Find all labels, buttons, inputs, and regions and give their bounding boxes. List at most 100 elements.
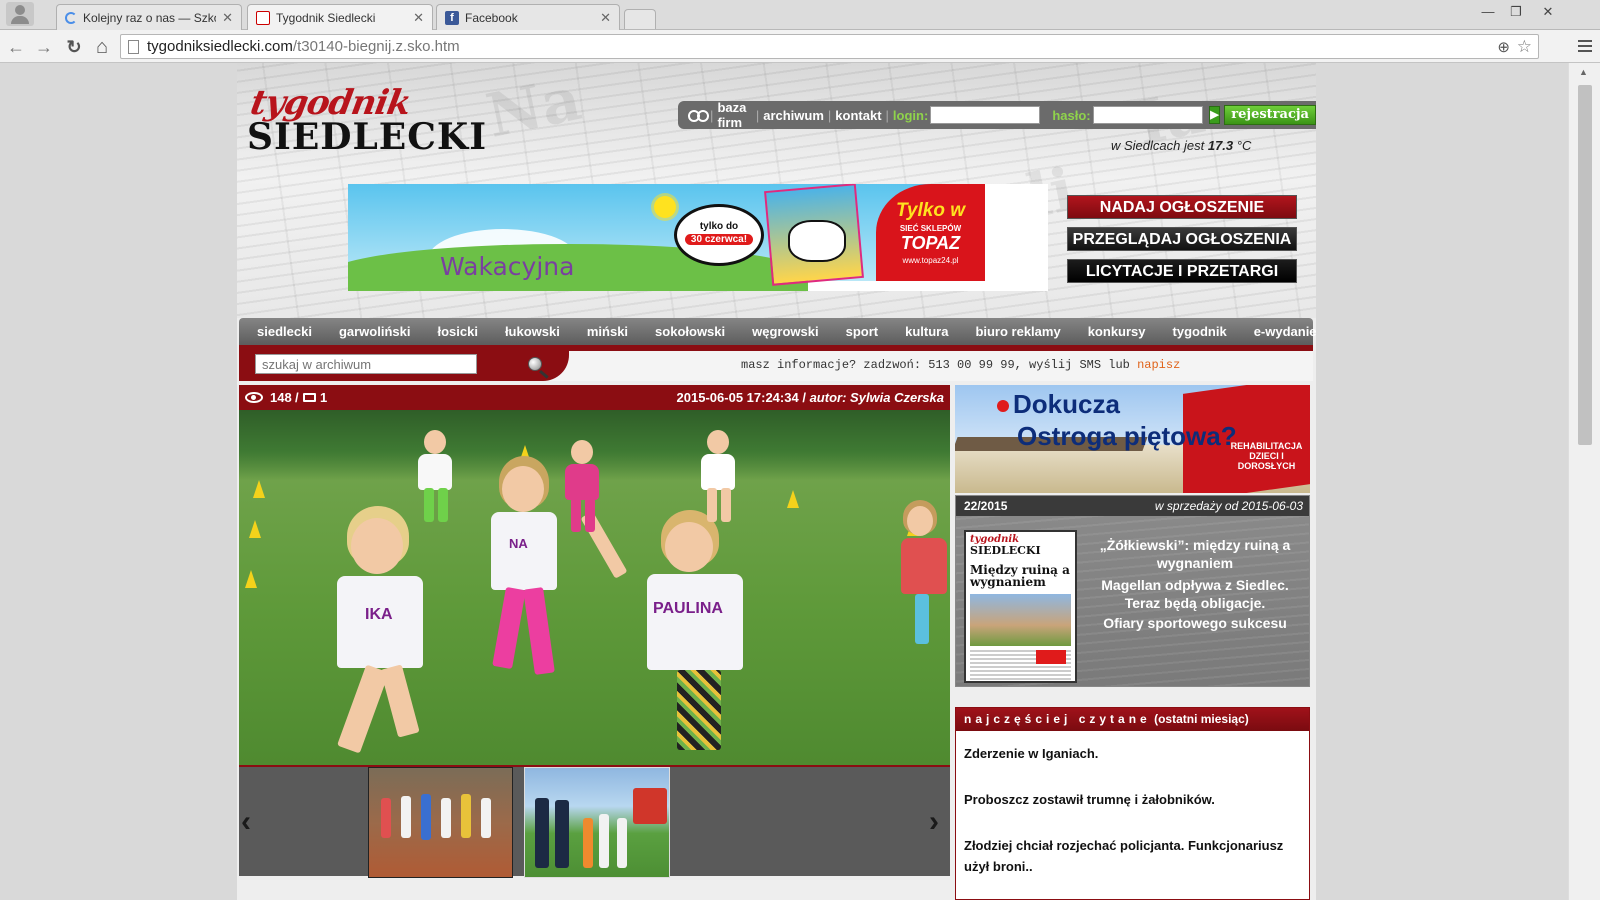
browser-menu-icon[interactable] [1578, 37, 1592, 53]
nav-item-wegrowski[interactable]: węgrowski [752, 324, 818, 339]
link-archiwum[interactable]: archiwum [763, 108, 824, 123]
logo-bottom-text: SIEDLECKI [247, 116, 488, 158]
login-submit-button[interactable]: ▶ [1208, 106, 1221, 124]
weather-unit: °C [1236, 138, 1252, 153]
scroll-up-arrow-icon[interactable]: ▲ [1579, 67, 1588, 77]
back-icon[interactable]: ← [4, 35, 28, 59]
nav-item-lukowski[interactable]: łukowski [505, 324, 560, 339]
comment-count[interactable]: 1 [320, 390, 327, 405]
cone-icon [249, 520, 261, 538]
nav-item-losicki[interactable]: łosicki [437, 324, 477, 339]
issue-article-link[interactable]: Magellan odpływa z Siedlec. Teraz będą o… [1089, 576, 1301, 612]
bookmark-star-icon[interactable]: ☆ [1517, 35, 1532, 58]
issue-article-link[interactable]: „Żółkiewski”: między ruiną a wygnaniem [1089, 536, 1301, 572]
author-prefix: autor: [809, 390, 847, 405]
nav-item-e-wydanie[interactable]: e-wydanie [1254, 324, 1317, 339]
most-read-box: najczęściej czytane (ostatni miesiąc) Zd… [955, 707, 1310, 900]
ad-line-2: Ostroga piętowa? [1017, 421, 1237, 451]
close-tab-icon[interactable]: ✕ [600, 10, 611, 26]
cone-icon [245, 570, 257, 588]
contact-info-text: masz informacje? zadzwoń: 513 00 99 99, … [741, 358, 1130, 372]
post-ad-button[interactable]: NADAJ OGŁOSZENIE [1067, 195, 1297, 219]
top-links-bar: | baza firm | archiwum | kontakt | login… [678, 100, 1316, 130]
url-path: /t30140-biegnij.z.sko.htm [292, 38, 460, 55]
nav-item-minski[interactable]: miński [587, 324, 628, 339]
most-read-item[interactable]: Zderzenie w Iganiach. [964, 743, 1304, 764]
home-icon[interactable]: ⌂ [90, 35, 114, 59]
minimize-icon[interactable]: — [1474, 4, 1502, 22]
login-label: login: [892, 107, 929, 123]
loading-spinner-icon [65, 11, 77, 24]
tab-kolejny-raz[interactable]: Kolejny raz o nas — Szkoła ✕ [56, 4, 242, 30]
article-author: Sylwia Czerska [850, 390, 944, 405]
most-read-item[interactable]: Złodziej chciał rozjechać policjanta. Fu… [964, 835, 1304, 877]
search-icon[interactable] [528, 357, 542, 371]
article-datetime: 2015-06-05 17:24:34 [676, 390, 799, 405]
red-dot-icon [997, 400, 1009, 412]
nav-item-sokolowski[interactable]: sokołowski [655, 324, 725, 339]
article-header: 148 / 1 2015-06-05 17:24:34 / autor: Syl… [239, 385, 950, 410]
nav-item-siedlecki[interactable]: siedlecki [257, 324, 312, 339]
banner-bubble: tylko do 30 czerwca! [674, 204, 764, 266]
current-issue-box: 22/2015 w sprzedaży od 2015-06-03 tygodn… [955, 495, 1310, 687]
article-meta: 2015-06-05 17:24:34 / autor: Sylwia Czer… [676, 390, 944, 405]
password-label: hasło: [1052, 107, 1091, 123]
close-tab-icon[interactable]: ✕ [413, 10, 424, 26]
auctions-button[interactable]: LICYTACJE I PRZETARGI [1067, 259, 1297, 283]
issue-article-link[interactable]: Ofiary sportowego sukcesu [1089, 614, 1301, 632]
archive-search-input[interactable] [255, 354, 477, 374]
tab-title: Kolejny raz o nas — Szkoła [83, 10, 217, 25]
link-baza-firm[interactable]: baza firm [717, 100, 751, 130]
banner-title: Wakacyjna [440, 252, 575, 281]
view-count: 148 [270, 390, 292, 405]
new-tab-button[interactable] [624, 9, 656, 29]
banner-ad[interactable]: Wakacyjna tylko do 30 czerwca! Tylko w S… [348, 184, 1048, 291]
close-window-icon[interactable]: ✕ [1534, 4, 1562, 22]
binoculars-icon [688, 108, 710, 122]
nav-item-konkursy[interactable]: konkursy [1088, 324, 1146, 339]
nav-item-garwolinski[interactable]: garwoliński [339, 324, 411, 339]
tab-tygodnik-siedlecki[interactable]: Tygodnik Siedlecki ✕ [247, 4, 433, 31]
nav-item-kultura[interactable]: kultura [905, 324, 948, 339]
write-us-link[interactable]: napisz [1137, 358, 1180, 372]
nav-item-tygodnik[interactable]: tygodnik [1173, 324, 1227, 339]
cone-icon [253, 480, 265, 498]
tab-facebook[interactable]: f Facebook ✕ [436, 4, 620, 30]
banner-topaz: Tylko w SIEĆ SKLEPÓW TOPAZ www.topaz24.p… [876, 184, 985, 281]
gallery-thumbnail[interactable] [368, 767, 513, 878]
most-read-subtitle: (ostatni miesiąc) [1154, 712, 1249, 726]
password-input[interactable] [1092, 106, 1203, 124]
cow-mascot-image [788, 220, 846, 262]
page-icon [128, 40, 139, 54]
issue-cover-image[interactable]: tygodnik SIEDLECKI Między ruiną a wygnani… [964, 530, 1077, 683]
profile-icon[interactable] [6, 2, 34, 26]
article-photo[interactable]: IKA NA PAULINA [239, 410, 950, 765]
browse-ads-button[interactable]: PRZEGLĄDAJ OGŁOSZENIA [1067, 227, 1297, 251]
page-scrollbar[interactable]: ▲ [1568, 63, 1600, 900]
most-read-item[interactable]: Proboszcz zostawił trumnę i żałobników. [964, 789, 1304, 810]
issue-number: 22/2015 [964, 499, 1008, 513]
heel-spur-ad[interactable]: REHABILITACJA DZIECI I DOROSŁYCH Dokucza… [955, 385, 1310, 493]
gallery-next-arrow-icon[interactable]: › [929, 805, 939, 839]
zoom-icon[interactable]: ⊕ [1497, 36, 1510, 59]
gallery-thumbnail[interactable] [524, 767, 670, 878]
maximize-icon[interactable]: ❐ [1502, 4, 1530, 22]
scrollbar-thumb[interactable] [1578, 85, 1592, 445]
most-read-title: najczęściej czytane [964, 712, 1151, 726]
nav-item-sport[interactable]: sport [846, 324, 879, 339]
comment-icon[interactable] [303, 393, 316, 402]
site-logo[interactable]: tygodnik SIEDLECKI [247, 83, 503, 158]
url-host: tygodniksiedlecki.com [147, 38, 293, 55]
photo-gallery-strip: ‹ › [239, 765, 950, 878]
login-input[interactable] [930, 106, 1041, 124]
gallery-prev-arrow-icon[interactable]: ‹ [241, 805, 251, 839]
forward-icon[interactable]: → [32, 35, 56, 59]
address-bar[interactable]: tygodniksiedlecki.com/t30140-biegnij.z.s… [120, 34, 1539, 59]
close-tab-icon[interactable]: ✕ [222, 10, 233, 26]
facebook-favicon-icon: f [445, 10, 459, 25]
register-button[interactable]: rejestracja [1224, 105, 1316, 125]
sun-icon [654, 196, 676, 218]
reload-icon[interactable]: ↻ [62, 35, 86, 59]
link-kontakt[interactable]: kontakt [835, 108, 881, 123]
nav-item-biuro-reklamy[interactable]: biuro reklamy [975, 324, 1060, 339]
